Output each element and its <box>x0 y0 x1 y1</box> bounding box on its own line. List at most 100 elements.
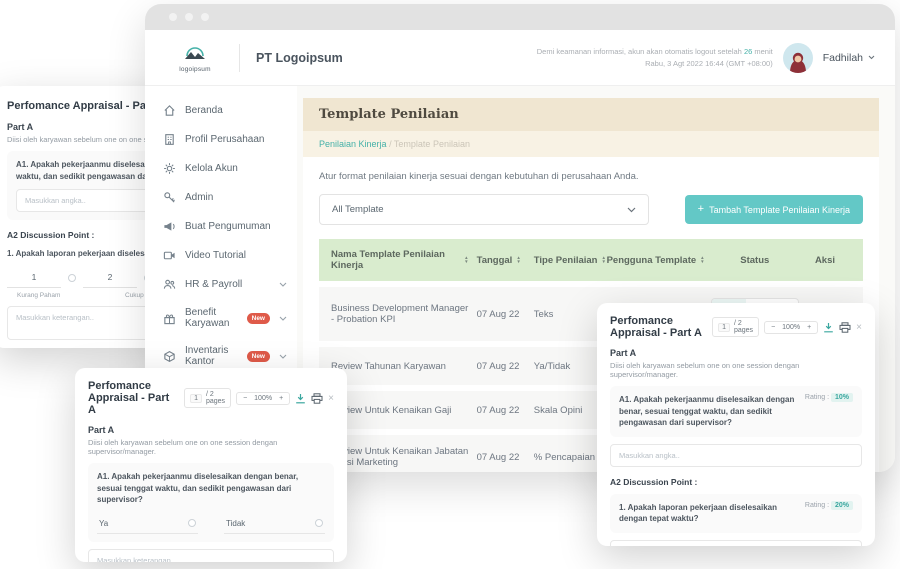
column-header-aksi: Aksi <box>815 255 835 266</box>
add-template-button[interactable]: + Tambah Template Penilaian Kinerja <box>685 195 863 224</box>
template-type: % Pencapaian <box>534 452 607 463</box>
chevron-down-icon <box>279 354 287 359</box>
sidebar-item-hr-payroll[interactable]: HR & Payroll <box>145 270 297 299</box>
scale-number: 2 <box>83 269 137 288</box>
question-a2-text: 1. Apakah laporan pekerjaan diselesaikan… <box>619 502 797 525</box>
close-icon[interactable]: × <box>328 393 334 404</box>
add-template-label: Tambah Template Penilaian Kinerja <box>709 205 850 215</box>
zoom-control[interactable]: − 100% + <box>764 321 818 334</box>
chevron-down-icon <box>279 316 287 321</box>
sort-icon[interactable]: ▲▼ <box>464 256 468 263</box>
template-date: 07 Aug 22 <box>477 309 534 320</box>
modal-title: Perfomance Appraisal - Part A <box>7 100 165 112</box>
sort-icon[interactable]: ▲▼ <box>700 256 704 263</box>
avatar[interactable] <box>783 43 813 73</box>
zoom-control[interactable]: − 100% + <box>236 392 290 405</box>
sidebar-item-label: Video Tutorial <box>185 250 246 261</box>
radio-button[interactable] <box>315 519 323 527</box>
sidebar-item-admin[interactable]: Admin <box>145 183 297 212</box>
zoom-in-button[interactable]: + <box>279 395 283 402</box>
sidebar-item-label: Beranda <box>185 105 223 116</box>
option-no[interactable]: Tidak <box>224 516 325 534</box>
zoom-in-button[interactable]: + <box>807 324 811 331</box>
breadcrumb: Penilaian Kinerja / Template Penilaian <box>303 131 879 157</box>
page-indicator[interactable]: 1 / 2 pages <box>184 388 231 408</box>
sidebar-item-profil-perusahaan[interactable]: Profil Perusahaan <box>145 125 297 154</box>
template-filter-select[interactable]: All Template <box>319 194 649 225</box>
page-indicator[interactable]: 1 / 2 pages <box>712 317 759 337</box>
sidebar-item-benefit-karyawan[interactable]: Benefit Karyawan New <box>145 299 297 337</box>
building-icon <box>163 133 176 146</box>
sort-icon[interactable]: ▲▼ <box>516 256 520 263</box>
appraisal-modal-right: Perfomance Appraisal - Part A 1 / 2 page… <box>597 303 875 546</box>
zoom-out-button[interactable]: − <box>771 324 775 331</box>
company-logo: logoipsum <box>167 43 223 73</box>
user-menu[interactable]: Fadhilah <box>823 52 875 64</box>
download-icon[interactable] <box>295 393 306 404</box>
column-header-type[interactable]: Tipe Penilaian <box>534 255 598 266</box>
column-header-date[interactable]: Tanggal <box>477 255 513 266</box>
modal-title: Perfomance Appraisal - Part A <box>88 380 178 416</box>
radio-button[interactable] <box>188 519 196 527</box>
sidebar-item-label: Inventaris Kantor <box>185 345 236 367</box>
section-desc: Diisi oleh karyawan sebelum one on one s… <box>610 361 862 379</box>
sidebar-item-buat-pengumuman[interactable]: Buat Pengumuman <box>145 212 297 241</box>
radio-button[interactable] <box>68 274 76 282</box>
pager: 1 / 2 pages − 100% + × <box>712 317 862 337</box>
app-header: logoipsum PT Logoipsum Demi keamanan inf… <box>145 30 895 86</box>
logo-icon <box>182 43 208 65</box>
new-badge: New <box>247 351 270 362</box>
rating-badge: Rating : 20% <box>805 502 853 525</box>
template-date: 07 Aug 22 <box>477 452 534 463</box>
colon: : <box>827 502 829 509</box>
rating-label: Rating <box>805 502 825 509</box>
session-info: Demi keamanan informasi, akun akan otoma… <box>537 46 773 70</box>
breadcrumb-current: Template Penilaian <box>394 139 470 149</box>
rating-label: Rating <box>805 394 825 401</box>
number-input[interactable] <box>610 540 862 546</box>
sidebar-item-label: Buat Pengumuman <box>185 221 271 232</box>
appraisal-modal-center: Perfomance Appraisal - Part A 1 / 2 page… <box>75 368 347 562</box>
breadcrumb-parent[interactable]: Penilaian Kinerja <box>319 139 387 149</box>
print-icon[interactable] <box>839 322 851 333</box>
logo-label: logoipsum <box>179 66 210 73</box>
template-type: Skala Opini <box>534 405 607 416</box>
question-a1-box: A1. Apakah pekerjaanmu diselesaikan deng… <box>610 386 862 437</box>
megaphone-icon <box>163 220 176 233</box>
option-yes[interactable]: Ya <box>97 516 198 534</box>
sidebar-item-video-tutorial[interactable]: Video Tutorial <box>145 241 297 270</box>
note-textarea[interactable] <box>88 549 334 562</box>
zoom-out-button[interactable]: − <box>243 395 247 402</box>
sort-icon[interactable]: ▲▼ <box>602 256 606 263</box>
chevron-down-icon <box>627 207 636 213</box>
session-text: menit <box>752 47 772 56</box>
window-dot[interactable] <box>169 13 177 21</box>
window-titlebar <box>145 4 895 30</box>
template-name: Business Development Manager - Probation… <box>331 303 477 325</box>
download-icon[interactable] <box>823 322 834 333</box>
section-desc: Diisi oleh karyawan sebelum one on one s… <box>88 438 334 456</box>
page-total: / 2 pages <box>206 391 225 405</box>
close-icon[interactable]: × <box>856 322 862 333</box>
column-header-name[interactable]: Nama Template Penilaian Kinerja <box>331 249 460 271</box>
pager: 1 / 2 pages − 100% + × <box>184 388 334 408</box>
template-type: Teks <box>534 309 607 320</box>
scale-label-mid: Cukup <box>125 292 144 299</box>
template-date: 07 Aug 22 <box>477 361 534 372</box>
window-dot[interactable] <box>201 13 209 21</box>
gift-icon <box>163 312 176 325</box>
table-header: Nama Template Penilaian Kinerja ▲▼ Tangga… <box>319 239 863 281</box>
option-label: Ya <box>99 519 108 528</box>
user-name: Fadhilah <box>823 52 863 64</box>
template-name: Review Untuk Kenaikan Gaji <box>331 405 477 416</box>
page-total: / 2 pages <box>734 320 753 334</box>
sidebar-item-beranda[interactable]: Beranda <box>145 96 297 125</box>
window-dot[interactable] <box>185 13 193 21</box>
question-a1-text: A1. Apakah pekerjaanmu diselesaikan deng… <box>619 394 797 429</box>
number-input[interactable] <box>610 444 862 467</box>
session-datetime: Rabu, 3 Agt 2022 16:44 (GMT +08:00) <box>537 58 773 70</box>
column-header-user[interactable]: Pengguna Template <box>607 255 697 266</box>
page-description: Atur format penilaian kinerja sesuai den… <box>319 171 863 182</box>
sidebar-item-kelola-akun[interactable]: Kelola Akun <box>145 154 297 183</box>
print-icon[interactable] <box>311 393 323 404</box>
